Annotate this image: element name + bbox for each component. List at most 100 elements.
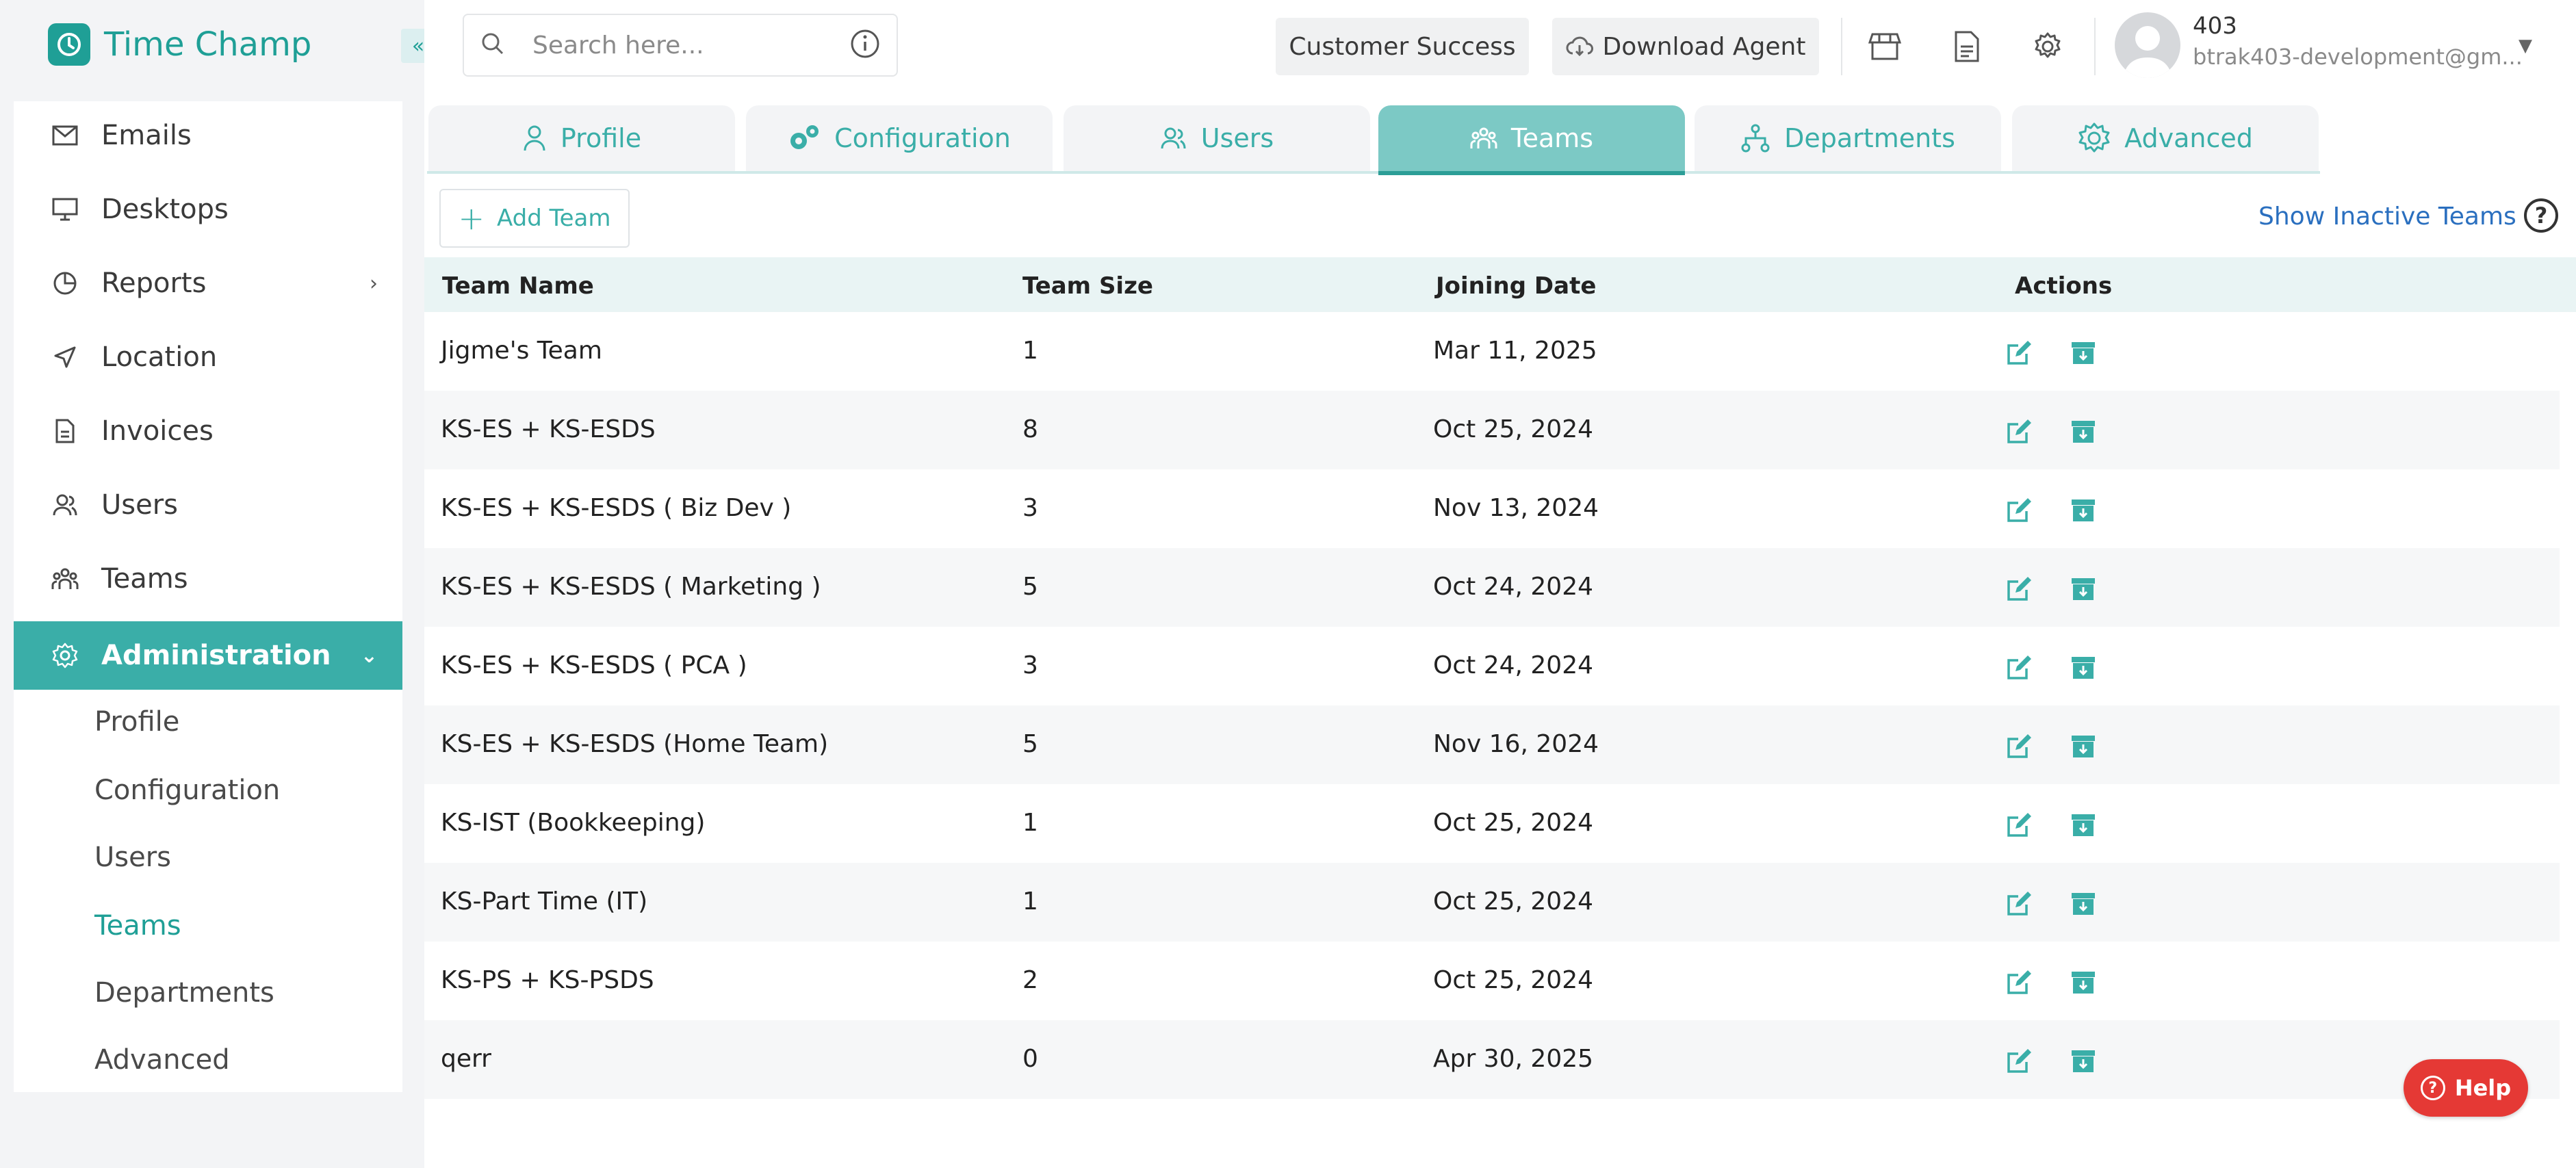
document-icon[interactable] [1948,27,1986,66]
tab-advanced[interactable]: Advanced [2012,105,2319,171]
column-header-team-size[interactable]: Team Size [1022,272,1153,300]
archive-icon[interactable] [2070,890,2097,918]
tab-label: Departments [1784,123,1955,153]
edit-icon[interactable] [2005,890,2033,918]
column-header-joining-date[interactable]: Joining Date [1436,272,1596,300]
archive-icon[interactable] [2070,654,2097,682]
team-name-cell: KS-IST (Bookkeeping) [441,809,706,837]
edit-icon[interactable] [2005,418,2033,445]
download-agent-button[interactable]: Download Agent [1552,18,1819,75]
tab-departments[interactable]: Departments [1695,105,2001,171]
add-team-button[interactable]: + Add Team [439,189,630,248]
sidebar-item-label: Desktops [101,194,229,225]
advanced-gear-icon [2078,122,2111,155]
team-size-cell: 2 [1022,966,1038,994]
archive-icon[interactable] [2070,733,2097,760]
active-tab-indicator [1378,171,1685,175]
table-row: KS-ES + KS-ESDS ( PCA ) 3 Oct 24, 2024 [424,627,2560,705]
joining-date-cell: Apr 30, 2025 [1433,1045,1594,1073]
archive-icon[interactable] [2070,497,2097,524]
sidebar-item-administration[interactable]: Administration ⌄ [14,621,402,690]
archive-icon[interactable] [2070,418,2097,445]
submenu-item-configuration[interactable]: Configuration [94,775,280,806]
table-row: KS-ES + KS-ESDS ( Marketing ) 5 Oct 24, 20… [424,548,2560,627]
joining-date-cell: Oct 25, 2024 [1433,809,1593,837]
sidebar-item-desktops[interactable]: Desktops [14,175,402,244]
sidebar-item-location[interactable]: Location [14,323,402,391]
team-size-cell: 1 [1022,887,1038,916]
sidebar-item-teams[interactable]: Teams [14,545,402,613]
help-button-label: Help [2454,1075,2512,1101]
chevron-down-icon[interactable]: ▼ [2519,36,2532,56]
search-box[interactable]: Search here... [463,14,898,77]
mail-icon [49,120,81,151]
sidebar-item-label: Emails [101,120,192,151]
joining-date-cell: Oct 25, 2024 [1433,966,1593,994]
table-row: KS-IST (Bookkeeping) 1 Oct 25, 2024 [424,784,2560,863]
teams-icon [1470,126,1497,151]
tab-configuration[interactable]: Configuration [746,105,1053,171]
help-icon: ? [2420,1076,2445,1100]
show-inactive-teams-link[interactable]: Show Inactive Teams [2258,203,2516,231]
team-name-cell: KS-Part Time (IT) [441,887,648,916]
joining-date-cell: Nov 16, 2024 [1433,730,1599,758]
edit-icon[interactable] [2005,969,2033,996]
column-header-actions: Actions [2015,272,2113,300]
add-team-label: Add Team [497,205,611,232]
customer-success-button[interactable]: Customer Success [1276,18,1529,75]
edit-icon[interactable] [2005,1048,2033,1075]
help-button[interactable]: ? Help [2404,1059,2528,1117]
team-name-cell: qerr [441,1045,491,1073]
customer-success-label: Customer Success [1289,32,1516,61]
column-header-team-name[interactable]: Team Name [442,272,594,300]
settings-gear-icon[interactable] [2028,27,2067,66]
edit-icon[interactable] [2005,339,2033,367]
table-row: KS-PS + KS-PSDS 2 Oct 25, 2024 [424,942,2560,1020]
search-input[interactable]: Search here... [532,31,850,60]
sidebar-item-emails[interactable]: Emails [14,101,402,170]
archive-icon[interactable] [2070,1048,2097,1075]
tab-users[interactable]: Users [1064,105,1370,171]
topbar: Search here... Customer Success Download… [424,0,2576,96]
avatar[interactable] [2115,12,2180,78]
tab-profile[interactable]: Profile [428,105,735,171]
cloud-download-icon [1566,36,1593,57]
help-question-icon[interactable]: ? [2524,198,2558,233]
team-size-cell: 3 [1022,651,1038,679]
archive-icon[interactable] [2070,339,2097,367]
invoice-icon [49,415,81,447]
submenu-item-profile[interactable]: Profile [94,706,179,738]
submenu-item-advanced[interactable]: Advanced [94,1044,230,1076]
joining-date-cell: Oct 25, 2024 [1433,415,1593,443]
tab-label: Teams [1510,123,1594,153]
submenu-item-teams[interactable]: Teams [94,910,181,942]
edit-icon[interactable] [2005,812,2033,839]
submenu-item-departments[interactable]: Departments [94,977,274,1009]
sidebar-item-label: Administration [101,640,331,671]
table-row: KS-Part Time (IT) 1 Oct 25, 2024 [424,863,2560,942]
main-content: Profile Configuration Users Teams Depart… [424,96,2576,1168]
edit-icon[interactable] [2005,654,2033,682]
chevron-right-icon: › [370,271,378,296]
sidebar-item-reports[interactable]: Reports › [14,249,402,317]
edit-icon[interactable] [2005,497,2033,524]
submenu-item-users[interactable]: Users [94,842,171,873]
download-agent-label: Download Agent [1602,32,1806,61]
table-row: KS-ES + KS-ESDS ( Biz Dev ) 3 Nov 13, 2024 [424,469,2560,548]
edit-icon[interactable] [2005,575,2033,603]
team-name-cell: KS-ES + KS-ESDS ( PCA ) [441,651,747,679]
app-logo[interactable]: Time Champ [48,21,311,68]
joining-date-cell: Mar 11, 2025 [1433,337,1597,365]
clock-logo-icon [48,23,90,66]
archive-icon[interactable] [2070,969,2097,996]
info-icon[interactable] [850,29,880,62]
sidebar-item-users[interactable]: Users [14,471,402,539]
tab-teams[interactable]: Teams [1378,105,1685,171]
archive-icon[interactable] [2070,575,2097,603]
edit-icon[interactable] [2005,733,2033,760]
archive-icon[interactable] [2070,812,2097,839]
store-icon[interactable] [1866,27,1904,66]
monitor-icon [49,194,81,225]
sidebar-item-invoices[interactable]: Invoices [14,397,402,465]
divider [1841,18,1842,75]
